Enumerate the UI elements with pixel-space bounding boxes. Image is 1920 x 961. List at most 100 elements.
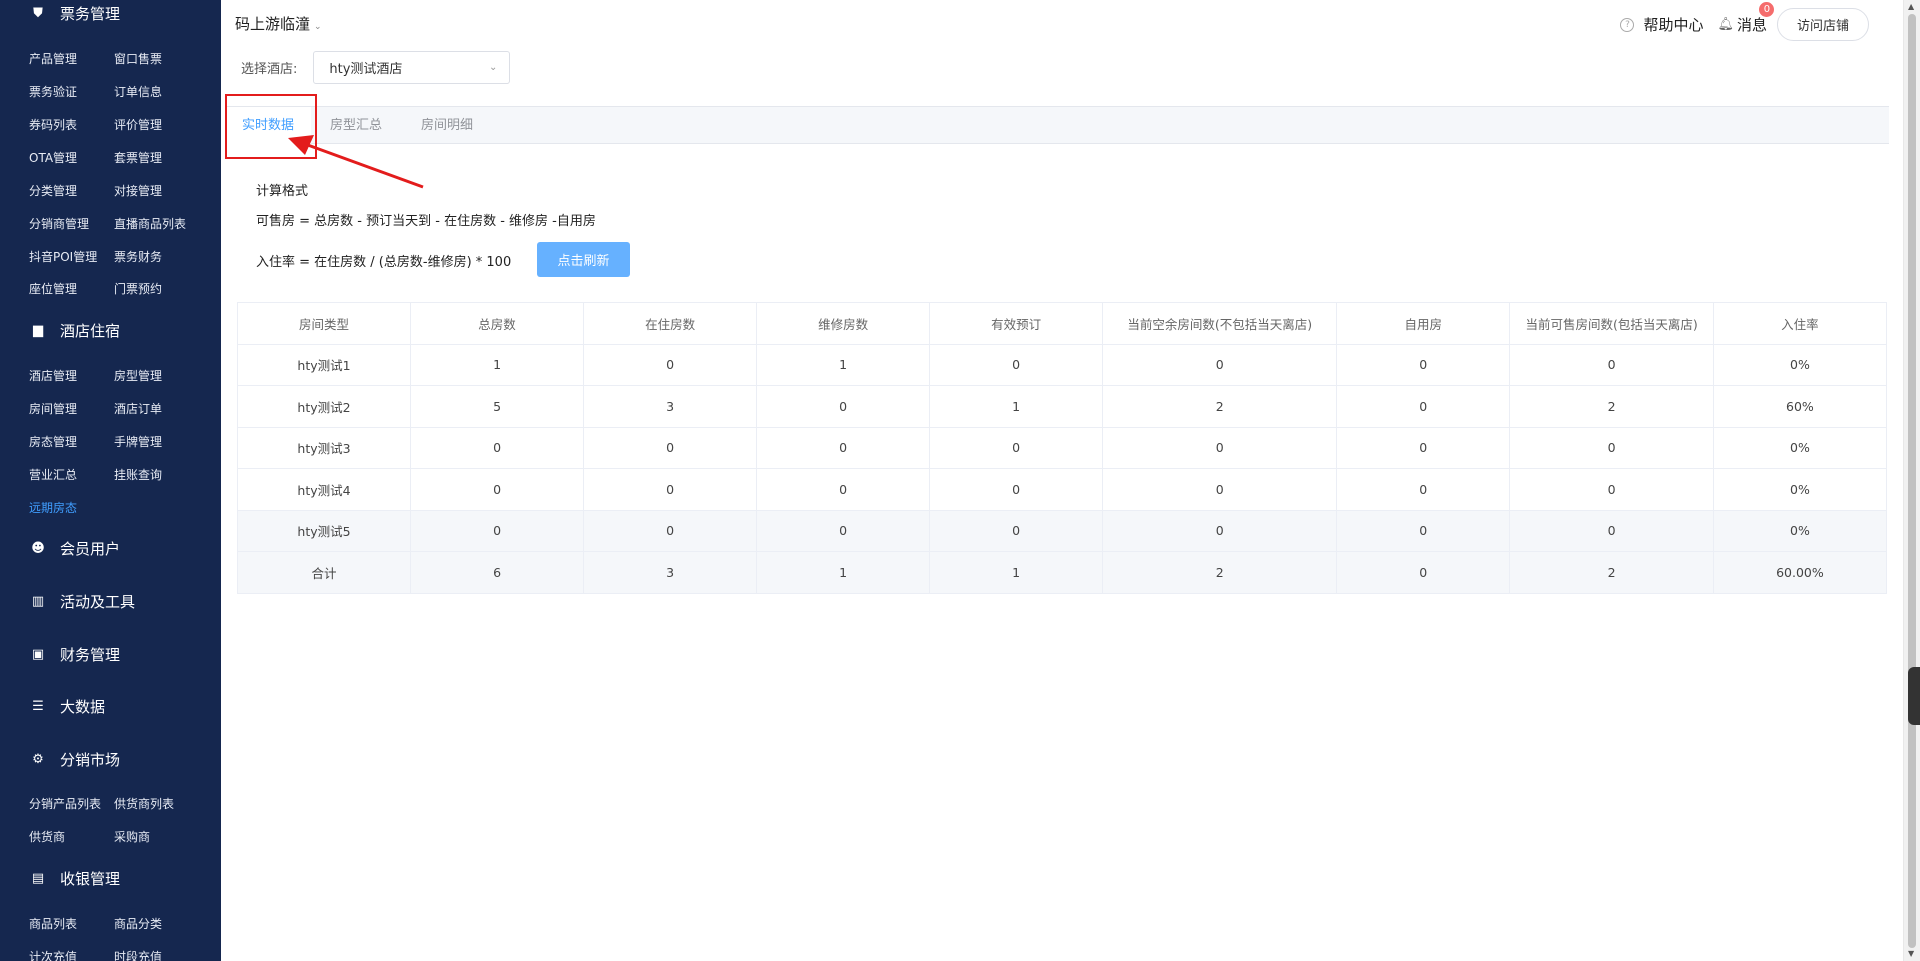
scroll-up-icon[interactable]: ▲ — [1908, 2, 1914, 11]
sidebar-item-hotel-manage[interactable]: 酒店管理 — [29, 367, 77, 384]
table-cell: 2 — [1509, 385, 1714, 428]
table-cell: 0 — [1509, 343, 1714, 386]
table-cell: 0 — [1102, 509, 1338, 552]
table-cell: 0 — [929, 468, 1104, 511]
sidebar-item-room-type-manage[interactable]: 房型管理 — [114, 367, 162, 384]
page-scrollbar[interactable]: ▲ ▼ — [1903, 0, 1920, 961]
table-cell: 0 — [756, 426, 931, 469]
table-cell: hty测试2 — [236, 385, 412, 428]
refresh-button[interactable]: 点击刷新 — [537, 242, 630, 277]
table-cell: 0 — [1336, 468, 1511, 511]
messages-label: 消息 — [1736, 16, 1767, 34]
cashier-icon: ▤ — [31, 870, 45, 886]
table-cell: hty测试5 — [236, 509, 412, 552]
sidebar-item-credit-query[interactable]: 挂账查询 — [114, 466, 162, 483]
sidebar-item-ticket-booking[interactable]: 门票预约 — [114, 280, 162, 297]
sidebar-item-future-room-status[interactable]: 远期房态 — [29, 499, 77, 516]
sidebar-group-tickets[interactable]: ⛊ 票务管理 — [0, 0, 221, 28]
chevron-down-icon: ⌄ — [314, 22, 322, 32]
sidebar-item-ticket-finance[interactable]: 票务财务 — [114, 248, 162, 265]
sidebar-item-product-manage[interactable]: 产品管理 — [29, 50, 77, 67]
table-cell: 0% — [1712, 426, 1888, 469]
sidebar-item-product-category[interactable]: 商品分类 — [114, 915, 162, 932]
hotel-filter: 选择酒店: hty测试酒店 ⌄ — [241, 51, 511, 84]
sidebar-group-distribution[interactable]: ⚙ 分销市场 — [0, 744, 221, 774]
store-switcher[interactable]: 码上游临潼 ⌄ — [235, 13, 322, 34]
table-cell: 0 — [583, 343, 758, 386]
help-center-link[interactable]: ? 帮助中心 — [1620, 14, 1703, 35]
table-cell: 0 — [1509, 426, 1714, 469]
table-cell: 0 — [1102, 343, 1338, 386]
side-handle[interactable] — [1908, 667, 1920, 725]
sidebar-item-room-status[interactable]: 房态管理 — [29, 433, 77, 450]
sidebar-item-ota-manage[interactable]: OTA管理 — [29, 149, 77, 166]
sidebar-item-distributor-manage[interactable]: 分销商管理 — [29, 215, 89, 232]
sidebar-item-review-manage[interactable]: 评价管理 — [114, 116, 162, 133]
tab-room-type-summary[interactable]: 房型汇总 — [330, 107, 382, 144]
sidebar-group-label: 分销市场 — [60, 750, 121, 769]
tab-room-details[interactable]: 房间明细 — [421, 107, 473, 144]
table-cell: 0 — [929, 509, 1104, 552]
tab-bar: 实时数据 房型汇总 房间明细 — [225, 106, 1889, 145]
sidebar-item-count-recharge[interactable]: 计次充值 — [29, 948, 77, 961]
hotel-select-label: 选择酒店: — [241, 62, 298, 77]
table-cell: 0 — [756, 385, 931, 428]
wallet-icon: ▣ — [31, 646, 45, 662]
sidebar-item-order-info[interactable]: 订单信息 — [114, 83, 162, 100]
sidebar-item-window-sale[interactable]: 窗口售票 — [114, 50, 162, 67]
sidebar-item-category-manage[interactable]: 分类管理 — [29, 182, 77, 199]
scroll-thumb[interactable] — [1908, 14, 1916, 948]
sidebar-item-distribution-products[interactable]: 分销产品列表 — [29, 795, 101, 812]
message-count-badge: 0 — [1759, 2, 1775, 17]
table-cell: 0 — [1509, 468, 1714, 511]
bell-icon: 🔔︎ — [1717, 17, 1734, 32]
sidebar-item-supplier-list[interactable]: 供货商列表 — [114, 795, 174, 812]
table-row: hty测试4 0 0 0 0 0 0 0 0% — [236, 468, 1888, 511]
table-cell: 1 — [756, 551, 931, 594]
scroll-down-icon[interactable]: ▼ — [1908, 949, 1914, 958]
sidebar-group-cashier[interactable]: ▤ 收银管理 — [0, 863, 221, 893]
sidebar-group-bigdata[interactable]: ☰ 大数据 — [0, 691, 221, 721]
column-header: 自用房 — [1336, 302, 1511, 345]
hotel-select[interactable]: hty测试酒店 ⌄ — [313, 51, 511, 84]
sidebar-group-label: 票务管理 — [60, 4, 121, 23]
table-cell: 0 — [1509, 509, 1714, 552]
table-cell: 3 — [583, 385, 758, 428]
table-cell: 0 — [1336, 509, 1511, 552]
sidebar-item-seat-manage[interactable]: 座位管理 — [29, 280, 77, 297]
table-header-row: 房间类型 总房数 在住房数 维修房数 有效预订 当前空余房间数(不包括当天离店)… — [236, 302, 1888, 345]
sidebar-item-integration-manage[interactable]: 对接管理 — [114, 182, 162, 199]
sidebar-item-business-summary[interactable]: 营业汇总 — [29, 466, 77, 483]
table-cell: 0 — [583, 509, 758, 552]
sidebar-group-finance[interactable]: ▣ 财务管理 — [0, 639, 221, 669]
sidebar-item-ticket-verify[interactable]: 票务验证 — [29, 83, 77, 100]
sidebar-group-activities[interactable]: ▥ 活动及工具 — [0, 586, 221, 616]
realtime-data-table: 房间类型 总房数 在住房数 维修房数 有效预订 当前空余房间数(不包括当天离店)… — [236, 302, 1888, 594]
sidebar-group-label: 收银管理 — [60, 869, 121, 888]
sidebar-item-live-products[interactable]: 直播商品列表 — [114, 215, 186, 232]
sidebar-item-room-manage[interactable]: 房间管理 — [29, 400, 77, 417]
sidebar-item-douyin-poi[interactable]: 抖音POI管理 — [29, 248, 97, 265]
users-icon: ☻ — [31, 540, 45, 556]
sidebar-item-package-manage[interactable]: 套票管理 — [114, 149, 162, 166]
table-cell: 2 — [1102, 551, 1338, 594]
sidebar-item-supplier[interactable]: 供货商 — [29, 828, 65, 845]
visit-store-button[interactable]: 访问店铺 — [1777, 8, 1869, 41]
table-cell: 1 — [929, 385, 1104, 428]
column-header: 有效预订 — [929, 302, 1104, 345]
table-cell: 1 — [756, 343, 931, 386]
sidebar-item-purchaser[interactable]: 采购商 — [114, 828, 150, 845]
column-header: 总房数 — [410, 302, 585, 345]
sidebar-item-hotel-orders[interactable]: 酒店订单 — [114, 400, 162, 417]
sidebar-group-hotel[interactable]: ▆ 酒店住宿 — [0, 315, 221, 345]
list-icon: ☰ — [32, 698, 44, 714]
sidebar-group-members[interactable]: ☻ 会员用户 — [0, 533, 221, 563]
sidebar-group-label: 酒店住宿 — [60, 321, 121, 340]
column-header: 在住房数 — [583, 302, 758, 345]
sidebar-item-code-list[interactable]: 券码列表 — [29, 116, 77, 133]
sidebar-item-product-list[interactable]: 商品列表 — [29, 915, 77, 932]
sidebar-item-period-recharge[interactable]: 时段充值 — [114, 948, 162, 961]
table-cell: 0 — [1102, 468, 1338, 511]
sidebar-item-wristband-manage[interactable]: 手牌管理 — [114, 433, 162, 450]
messages-link[interactable]: 🔔︎ 消息 0 — [1717, 2, 1775, 35]
